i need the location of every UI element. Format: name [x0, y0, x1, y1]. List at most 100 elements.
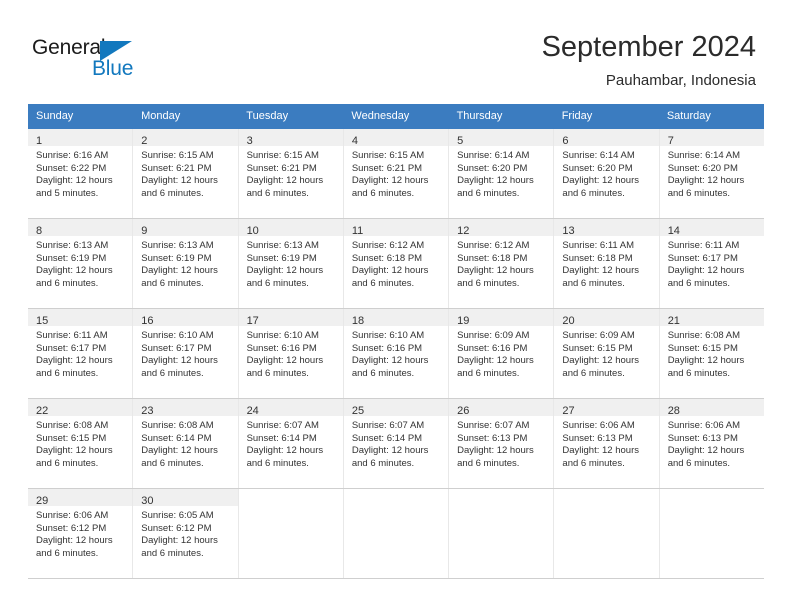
- sunrise-text: Sunrise: 6:16 AM: [36, 150, 109, 161]
- sunset-text: Sunset: 6:17 PM: [36, 342, 107, 354]
- daylight-text-line2: and 6 minutes.: [36, 277, 99, 289]
- calendar-day-cell[interactable]: 7 Sunrise: 6:14 AM Sunset: 6:20 PM Daylight…: [659, 129, 764, 218]
- day-number-band: 9: [133, 219, 238, 237]
- calendar-day-cell[interactable]: 11 Sunrise: 6:12 AM Sunset: 6:18 PM Dayligh…: [343, 219, 450, 308]
- day-number-band: [659, 489, 764, 506]
- calendar-day-cell[interactable]: 30 Sunrise: 6:05 AM Sunset: 6:12 PM Dayligh…: [133, 489, 239, 578]
- daylight-text-line2: and 6 minutes.: [36, 457, 99, 469]
- day-cell-body: Sunrise: 6:08 AM Sunset: 6:15 PM Daylight:…: [28, 416, 132, 470]
- daylight-text-line2: and 6 minutes.: [457, 367, 520, 379]
- sunrise-text: Sunrise: 6:11 AM: [562, 240, 635, 251]
- calendar-day-cell[interactable]: 14 Sunrise: 6:11 AM Sunset: 6:17 PM Dayligh…: [659, 219, 764, 308]
- sunrise-text: Sunrise: 6:12 AM: [351, 240, 425, 251]
- sunset-text: Sunset: 6:19 PM: [246, 252, 317, 264]
- day-cell-body: Sunrise: 6:10 AM Sunset: 6:17 PM Daylight:…: [133, 326, 237, 380]
- daylight-text-line1: Daylight: 12 hours: [141, 265, 218, 277]
- daylight-text-line2: and 6 minutes.: [246, 277, 309, 289]
- calendar-day-cell[interactable]: 19 Sunrise: 6:09 AM Sunset: 6:16 PM Dayligh…: [449, 309, 555, 398]
- calendar-day-cell[interactable]: 4 Sunrise: 6:15 AM Sunset: 6:21 PM Daylight…: [343, 129, 450, 218]
- calendar-day-cell[interactable]: 24 Sunrise: 6:07 AM Sunset: 6:14 PM Dayligh…: [238, 399, 344, 488]
- sunset-text: Sunset: 6:16 PM: [457, 342, 528, 354]
- sunset-text: Sunset: 6:16 PM: [351, 342, 423, 354]
- calendar-day-cell[interactable]: 28 Sunrise: 6:06 AM Sunset: 6:13 PM Dayligh…: [659, 399, 764, 488]
- calendar-day-cell[interactable]: 23 Sunrise: 6:08 AM Sunset: 6:14 PM Dayligh…: [133, 399, 239, 488]
- day-cell-body: [344, 506, 448, 510]
- day-number: 11: [351, 225, 364, 237]
- day-cell-body: Sunrise: 6:06 AM Sunset: 6:13 PM Daylight:…: [554, 416, 658, 470]
- daylight-text-line1: Daylight: 12 hours: [457, 175, 534, 187]
- daylight-text-line2: and 6 minutes.: [351, 277, 415, 289]
- sunset-text: Sunset: 6:13 PM: [562, 432, 633, 444]
- calendar-day-cell[interactable]: 5 Sunrise: 6:14 AM Sunset: 6:20 PM Daylight…: [449, 129, 555, 218]
- sunset-text: Sunset: 6:21 PM: [351, 162, 423, 174]
- daylight-text-line1: Daylight: 12 hours: [667, 265, 745, 277]
- sunset-text: Sunset: 6:18 PM: [562, 252, 633, 264]
- sunset-text: Sunset: 6:19 PM: [36, 252, 107, 264]
- daylight-text-line1: Daylight: 12 hours: [351, 175, 429, 187]
- calendar-day-cell[interactable]: 25 Sunrise: 6:07 AM Sunset: 6:14 PM Dayligh…: [343, 399, 450, 488]
- calendar-day-cell[interactable]: 16 Sunrise: 6:10 AM Sunset: 6:17 PM Dayligh…: [133, 309, 239, 398]
- day-cell-body: Sunrise: 6:05 AM Sunset: 6:12 PM Daylight:…: [133, 506, 237, 560]
- calendar-day-cell[interactable]: 29 Sunrise: 6:06 AM Sunset: 6:12 PM Dayligh…: [28, 489, 134, 578]
- day-cell-body: Sunrise: 6:12 AM Sunset: 6:18 PM Daylight:…: [344, 236, 448, 290]
- day-number-band: 22: [28, 399, 133, 417]
- daylight-text-line2: and 6 minutes.: [667, 187, 731, 199]
- day-number-band: 17: [238, 309, 343, 327]
- day-number: 5: [457, 135, 464, 147]
- day-number: 2: [141, 135, 148, 147]
- day-number-band: 11: [343, 219, 449, 237]
- calendar-day-cell[interactable]: 2 Sunrise: 6:15 AM Sunset: 6:21 PM Daylight…: [133, 129, 239, 218]
- weekday-header-sunday: Sunday: [36, 110, 74, 122]
- weekday-header-thursday: Thursday: [456, 110, 503, 122]
- daylight-text-line2: and 6 minutes.: [667, 277, 731, 289]
- calendar-day-cell[interactable]: 22 Sunrise: 6:08 AM Sunset: 6:15 PM Dayligh…: [28, 399, 134, 488]
- daylight-text-line1: Daylight: 12 hours: [562, 175, 639, 187]
- day-number: 7: [667, 135, 674, 147]
- calendar-day-cell[interactable]: 3 Sunrise: 6:15 AM Sunset: 6:21 PM Daylight…: [238, 129, 344, 218]
- day-number-band: [449, 489, 554, 506]
- calendar-day-cell[interactable]: 27 Sunrise: 6:06 AM Sunset: 6:13 PM Dayligh…: [554, 399, 660, 488]
- calendar-day-cell[interactable]: 21 Sunrise: 6:08 AM Sunset: 6:15 PM Dayligh…: [659, 309, 764, 398]
- calendar-day-cell[interactable]: 20 Sunrise: 6:09 AM Sunset: 6:15 PM Dayligh…: [554, 309, 660, 398]
- daylight-text-line2: and 6 minutes.: [562, 187, 625, 199]
- day-number-band: 10: [238, 219, 343, 237]
- calendar-day-cell[interactable]: 9 Sunrise: 6:13 AM Sunset: 6:19 PM Daylight…: [133, 219, 239, 308]
- day-cell-body: Sunrise: 6:15 AM Sunset: 6:21 PM Daylight:…: [344, 146, 448, 200]
- day-number-band: [238, 489, 343, 506]
- daylight-text-line1: Daylight: 12 hours: [36, 265, 113, 277]
- sunrise-text: Sunrise: 6:14 AM: [562, 150, 635, 161]
- daylight-text-line2: and 6 minutes.: [141, 457, 204, 469]
- calendar-day-cell[interactable]: 13 Sunrise: 6:11 AM Sunset: 6:18 PM Dayligh…: [554, 219, 660, 308]
- weekday-header-row: Sunday Monday Tuesday Wednesday Thursday Frid…: [28, 104, 764, 129]
- day-number-band: 8: [28, 219, 133, 237]
- sunset-text: Sunset: 6:15 PM: [562, 342, 633, 354]
- sunset-text: Sunset: 6:16 PM: [246, 342, 317, 354]
- day-number: 16: [141, 315, 154, 327]
- sunrise-text: Sunrise: 6:14 AM: [457, 150, 530, 161]
- calendar-day-cell[interactable]: 12 Sunrise: 6:12 AM Sunset: 6:18 PM Dayligh…: [449, 219, 555, 308]
- daylight-text-line1: Daylight: 12 hours: [141, 445, 218, 457]
- sunrise-text: Sunrise: 6:05 AM: [141, 510, 214, 521]
- general-blue-logo[interactable]: General Blue: [32, 36, 162, 84]
- calendar-day-cell[interactable]: 18 Sunrise: 6:10 AM Sunset: 6:16 PM Dayligh…: [343, 309, 450, 398]
- daylight-text-line2: and 6 minutes.: [351, 457, 415, 469]
- calendar-day-cell[interactable]: 1 Sunrise: 6:16 AM Sunset: 6:22 PM Daylight…: [28, 129, 134, 218]
- daylight-text-line1: Daylight: 12 hours: [36, 445, 113, 457]
- calendar-week-row: 29 Sunrise: 6:06 AM Sunset: 6:12 PM Dayligh…: [28, 489, 764, 579]
- calendar-day-cell[interactable]: 26 Sunrise: 6:07 AM Sunset: 6:13 PM Dayligh…: [449, 399, 555, 488]
- calendar-day-cell[interactable]: 6 Sunrise: 6:14 AM Sunset: 6:20 PM Daylight…: [554, 129, 660, 218]
- calendar-day-cell[interactable]: 15 Sunrise: 6:11 AM Sunset: 6:17 PM Dayligh…: [28, 309, 134, 398]
- sunset-text: Sunset: 6:12 PM: [141, 522, 212, 534]
- day-cell-body: Sunrise: 6:08 AM Sunset: 6:14 PM Daylight:…: [133, 416, 237, 470]
- calendar-day-cell[interactable]: 10 Sunrise: 6:13 AM Sunset: 6:19 PM Dayligh…: [238, 219, 344, 308]
- calendar-day-cell[interactable]: 17 Sunrise: 6:10 AM Sunset: 6:16 PM Dayligh…: [238, 309, 344, 398]
- day-cell-body: Sunrise: 6:15 AM Sunset: 6:21 PM Daylight:…: [133, 146, 237, 200]
- day-cell-body: [239, 506, 343, 510]
- day-number-band: 7: [659, 129, 764, 147]
- sunrise-text: Sunrise: 6:15 AM: [141, 150, 214, 161]
- sunrise-text: Sunrise: 6:14 AM: [667, 150, 741, 161]
- calendar-day-cell[interactable]: 8 Sunrise: 6:13 AM Sunset: 6:19 PM Daylight…: [28, 219, 134, 308]
- day-number: 22: [36, 405, 49, 417]
- sunset-text: Sunset: 6:20 PM: [562, 162, 633, 174]
- daylight-text-line1: Daylight: 12 hours: [351, 355, 429, 367]
